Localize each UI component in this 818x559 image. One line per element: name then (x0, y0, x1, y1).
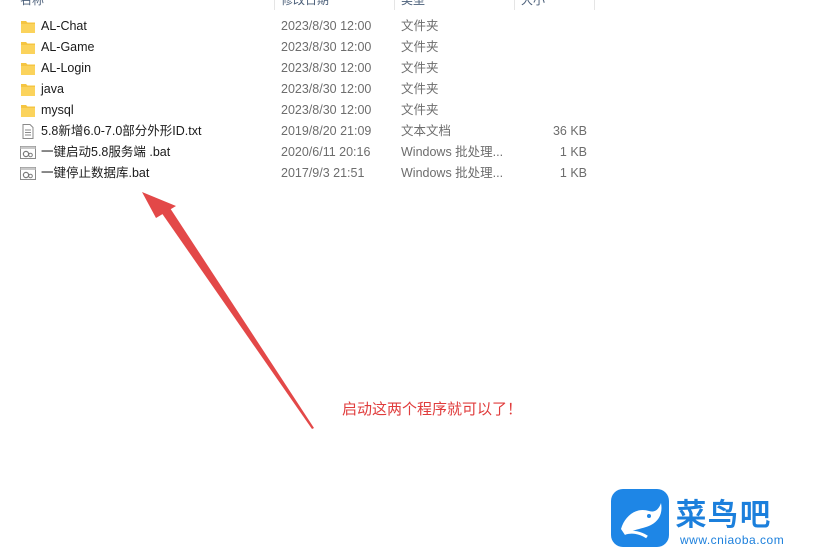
file-list: AL-Chat 2023/8/30 12:00 文件夹 AL-Game 2023/8/3… (0, 16, 818, 184)
file-row[interactable]: 5.8新增6.0-7.0部分外形ID.txt 2019/8/20 21:09 文本文… (0, 121, 818, 142)
file-type: 文件夹 (401, 103, 439, 117)
text-file-icon (20, 124, 36, 139)
file-name: AL-Chat (41, 19, 87, 33)
file-date: 2023/8/30 12:00 (281, 61, 372, 75)
batch-file-icon (20, 145, 36, 160)
file-size: 1 KB (559, 145, 587, 159)
column-date-header[interactable]: 修改日期 (281, 0, 329, 8)
file-type: 文件夹 (401, 61, 439, 75)
column-type-header[interactable]: 类型 (401, 0, 425, 8)
column-divider[interactable] (594, 0, 595, 10)
annotation-text: 启动这两个程序就可以了！ (342, 401, 523, 418)
column-name-header[interactable]: 名称 (20, 0, 44, 8)
file-type: 文件夹 (401, 82, 439, 96)
folder-icon (20, 103, 36, 118)
file-type: 文本文档 (401, 124, 452, 138)
file-date: 2019/8/20 21:09 (281, 124, 372, 138)
file-row[interactable]: java 2023/8/30 12:00 文件夹 (0, 79, 818, 100)
folder-icon (20, 82, 36, 97)
file-row[interactable]: AL-Chat 2023/8/30 12:00 文件夹 (0, 16, 818, 37)
column-divider[interactable] (274, 0, 275, 10)
file-row[interactable]: AL-Login 2023/8/30 12:00 文件夹 (0, 58, 818, 79)
file-size: 36 KB (552, 124, 587, 138)
column-divider[interactable] (514, 0, 515, 10)
folder-icon (20, 40, 36, 55)
file-date: 2017/9/3 21:51 (281, 166, 365, 180)
bird-icon (621, 503, 662, 539)
file-name: mysql (41, 103, 74, 117)
watermark-logo (611, 489, 669, 547)
file-size: 1 KB (559, 166, 587, 180)
file-name: 一键停止数据库.bat (41, 166, 150, 180)
column-size-header[interactable]: 大小 (521, 0, 545, 8)
file-date: 2023/8/30 12:00 (281, 19, 372, 33)
folder-icon (20, 61, 36, 76)
file-row[interactable]: AL-Game 2023/8/30 12:00 文件夹 (0, 37, 818, 58)
file-date: 2023/8/30 12:00 (281, 40, 372, 54)
column-header: 名称 修改日期 类型 大小 (0, 0, 818, 10)
file-type: 文件夹 (401, 19, 439, 33)
file-type: 文件夹 (401, 40, 439, 54)
file-date: 2023/8/30 12:00 (281, 103, 372, 117)
file-row[interactable]: mysql 2023/8/30 12:00 文件夹 (0, 100, 818, 121)
file-type: Windows 批处理... (401, 166, 504, 180)
file-date: 2020/6/11 20:16 (281, 145, 371, 159)
file-name: 5.8新增6.0-7.0部分外形ID.txt (41, 124, 202, 138)
folder-icon (20, 19, 36, 34)
file-row[interactable]: 一键启动5.8服务端 .bat 2020/6/11 20:16 Windows 批处… (0, 142, 818, 163)
file-type: Windows 批处理... (401, 145, 504, 159)
file-name: java (41, 82, 64, 96)
watermark-title: 菜鸟吧 (676, 498, 772, 533)
file-name: AL-Login (41, 61, 92, 75)
watermark-url: www.cniaoba.com (680, 533, 785, 547)
column-divider[interactable] (394, 0, 395, 10)
batch-file-icon (20, 166, 36, 181)
file-date: 2023/8/30 12:00 (281, 82, 372, 96)
file-name: AL-Game (41, 40, 95, 54)
file-row[interactable]: 一键停止数据库.bat 2017/9/3 21:51 Windows 批处理... 1… (0, 163, 818, 184)
file-name: 一键启动5.8服务端 .bat (41, 145, 171, 159)
